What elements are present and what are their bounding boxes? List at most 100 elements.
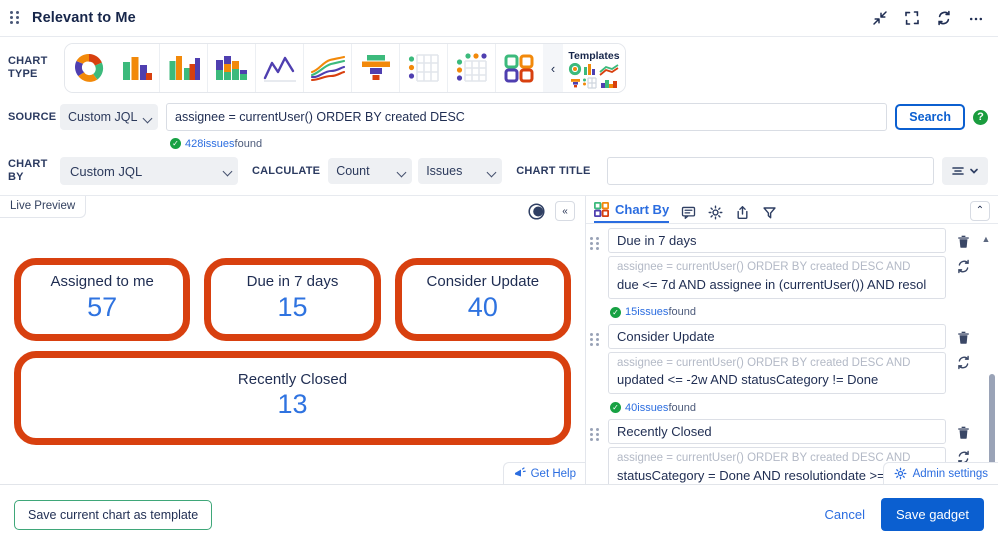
scroll-up-button[interactable]: ▲ (980, 234, 992, 244)
chart-title-input[interactable] (606, 157, 934, 185)
chart-by-select[interactable]: Custom JQL (60, 157, 238, 185)
save-gadget-button[interactable]: Save gadget (880, 498, 984, 531)
chart-templates-button[interactable]: Templates (563, 44, 625, 92)
chart-by-select-wrapper: Custom JQL (60, 157, 238, 185)
stat-card[interactable]: Due in 7 days 15 (204, 258, 381, 341)
chart-title-label: CHART TITLE (516, 165, 591, 177)
chart-type-pie[interactable] (65, 44, 112, 92)
chart-type-label: CHART TYPE (8, 55, 60, 80)
chart-options-button[interactable] (942, 157, 988, 185)
calculate-unit-select[interactable]: Issues (418, 158, 503, 184)
scroll-column: ▲ (980, 228, 992, 244)
chart-type-label-line1: CHART (8, 55, 48, 68)
gear-icon[interactable] (708, 205, 723, 220)
preview-card-row-1: Assigned to me 57 Due in 7 days 15 Consi… (14, 258, 571, 341)
delete-icon[interactable] (956, 234, 971, 249)
source-result-row: ✓ 428 issues found (0, 131, 998, 151)
get-help-label: Get Help (530, 467, 576, 480)
help-icon[interactable]: ? (973, 109, 988, 125)
config-scrollbar-thumb[interactable] (989, 374, 995, 466)
query-issues-word: issues (637, 306, 669, 319)
get-help-button[interactable]: Get Help (502, 462, 585, 484)
query-found-word: found (668, 306, 696, 319)
query-name-input[interactable] (608, 323, 946, 349)
source-found-word: found (234, 137, 263, 150)
search-button[interactable]: Search (895, 104, 965, 130)
query-name-input[interactable] (608, 419, 946, 445)
live-preview-pane: Live Preview « Assigned to me 57 Due in … (0, 196, 585, 484)
delete-icon[interactable] (956, 330, 971, 345)
stat-card-caption: Assigned to me (50, 273, 154, 290)
delete-icon[interactable] (956, 425, 971, 440)
tab-chart-by[interactable]: Chart By (594, 201, 670, 223)
save-as-template-button[interactable]: Save current chart as template (14, 499, 213, 530)
fullscreen-icon[interactable] (904, 10, 920, 26)
refresh-icon[interactable] (936, 10, 952, 26)
chart-type-line[interactable] (256, 44, 303, 92)
calculate-label: CALCULATE (252, 165, 321, 177)
admin-settings-button[interactable]: Admin settings (882, 462, 998, 484)
query-result: ✓ 15 issues found (608, 299, 946, 320)
cancel-button[interactable]: Cancel (825, 507, 865, 522)
query-list: assignee = currentUser() ORDER BY create… (586, 224, 998, 484)
tab-chart-by-label: Chart By (615, 201, 670, 217)
chart-type-bubble-table[interactable] (448, 44, 495, 92)
comment-icon[interactable] (681, 205, 696, 220)
query-result: ✓ 40 issues found (608, 394, 946, 415)
source-issues-found: ✓ 428 issues found (170, 138, 262, 150)
preview-card-row-2: Recently Closed 13 (14, 350, 571, 446)
query-jql-text: due <= 7d AND assignee in (currentUser()… (617, 276, 927, 292)
chart-type-prev-button[interactable]: ‹ (543, 44, 563, 92)
collapse-panel-button[interactable]: « (555, 201, 575, 221)
refresh-icon[interactable] (956, 355, 971, 370)
drag-handle-icon[interactable] (10, 11, 22, 25)
query-tools (946, 228, 980, 274)
chart-by-row: CHART BY Custom JQL CALCULATE Count Issu… (0, 151, 998, 195)
config-scrollbar[interactable] (989, 248, 995, 466)
chart-type-multi-line[interactable] (304, 44, 351, 92)
chart-type-stacked-bar[interactable] (208, 44, 255, 92)
minimize-icon[interactable] (872, 10, 888, 26)
stat-card[interactable]: Consider Update 40 (394, 258, 571, 341)
query-jql-box[interactable]: assignee = currentUser() ORDER BY create… (608, 351, 946, 395)
stat-card-caption: Recently Closed (237, 370, 348, 388)
chart-type-funnel[interactable] (352, 44, 399, 92)
query-jql-text: updated <= -2w AND statusCategory != Don… (617, 372, 879, 388)
footer-bar: Save current chart as template Cancel Sa… (0, 484, 998, 544)
chart-type-bar[interactable] (112, 44, 159, 92)
share-icon[interactable] (735, 205, 750, 220)
query-found-word: found (668, 401, 696, 414)
collapse-config-button[interactable]: ⌃ (970, 200, 990, 221)
more-options-icon[interactable] (968, 10, 984, 26)
chart-type-tiles[interactable] (496, 44, 543, 92)
filter-icon[interactable] (762, 205, 777, 220)
dark-mode-toggle-icon[interactable] (528, 202, 545, 220)
query-issues-word: issues (637, 401, 669, 414)
query-issues-found: ✓ 40 issues found (610, 402, 696, 414)
query-tools (946, 324, 980, 370)
query-name-input[interactable] (608, 228, 946, 253)
chart-type-label-line2: TYPE (8, 68, 38, 80)
drag-handle-icon[interactable] (590, 228, 604, 250)
gear-icon (894, 467, 906, 480)
calculate-select-wrapper: Count (328, 158, 413, 184)
stat-card[interactable]: Recently Closed 13 (14, 350, 571, 446)
main-split: Live Preview « Assigned to me 57 Due in … (0, 195, 998, 484)
window-title-bar: Relevant to Me (0, 0, 998, 37)
drag-handle-icon[interactable] (590, 324, 604, 346)
chart-type-grouped-bar[interactable] (160, 44, 207, 92)
source-type-select[interactable]: Custom JQL (60, 104, 158, 130)
chart-type-table[interactable] (400, 44, 447, 92)
chart-type-strip: ‹ Templates (64, 43, 626, 93)
stat-card-value: 13 (277, 389, 308, 420)
calculate-function-select[interactable]: Count (328, 158, 413, 184)
stat-card[interactable]: Assigned to me 57 (14, 258, 191, 341)
megaphone-icon (514, 467, 526, 477)
drag-handle-icon[interactable] (590, 419, 604, 442)
query-jql-prefix: assignee = currentUser() ORDER BY create… (617, 356, 911, 369)
source-jql-input[interactable] (166, 103, 888, 131)
list-item: assignee = currentUser() ORDER BY create… (586, 322, 998, 418)
query-jql-box[interactable]: assignee = currentUser() ORDER BY create… (608, 256, 946, 299)
success-check-icon: ✓ (610, 402, 621, 414)
refresh-icon[interactable] (956, 259, 971, 274)
